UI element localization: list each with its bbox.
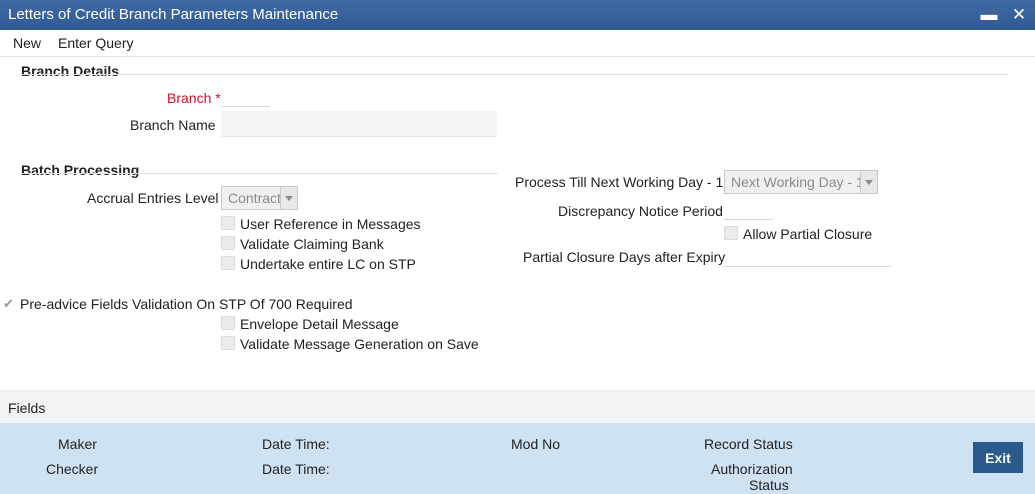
fields-bar: Fields bbox=[0, 390, 1035, 423]
partial-closure-days-label: Partial Closure Days after Expiry bbox=[523, 249, 726, 265]
record-status-label: Record Status bbox=[704, 436, 793, 452]
batch-processing-heading: Batch Processing bbox=[21, 162, 140, 178]
branch-name-field[interactable] bbox=[221, 111, 497, 137]
process-till-select[interactable]: Next Working Day - 1 bbox=[724, 170, 878, 194]
chevron-down-icon[interactable] bbox=[280, 187, 297, 209]
accrual-entries-label: Accrual Entries Level bbox=[87, 190, 219, 206]
branch-input[interactable] bbox=[221, 86, 270, 107]
envelope-detail-checkbox[interactable] bbox=[221, 316, 235, 330]
window-title: Letters of Credit Branch Parameters Main… bbox=[8, 6, 339, 23]
validate-claiming-bank-label: Validate Claiming Bank bbox=[240, 236, 384, 252]
branch-details-divider bbox=[21, 74, 1008, 75]
fields-link[interactable]: Fields bbox=[8, 400, 45, 416]
accrual-entries-select[interactable]: Contract bbox=[221, 186, 298, 210]
allow-partial-closure-checkbox[interactable] bbox=[724, 226, 738, 240]
menu-bar: New Enter Query bbox=[0, 30, 1035, 57]
audit-footer bbox=[0, 423, 1035, 494]
minimize-icon[interactable]: ▬ bbox=[978, 4, 1000, 26]
branch-label: Branch * bbox=[167, 90, 221, 106]
menu-enter-query[interactable]: Enter Query bbox=[58, 35, 133, 51]
validate-claiming-bank-checkbox[interactable] bbox=[221, 236, 235, 250]
batch-processing-divider bbox=[21, 173, 498, 174]
menu-new[interactable]: New bbox=[13, 35, 41, 51]
process-till-label: Process Till Next Working Day - 1 bbox=[515, 174, 724, 190]
accrual-entries-value: Contract bbox=[228, 190, 281, 206]
authorization-label: Authorization bbox=[711, 461, 793, 477]
validate-message-generation-checkbox[interactable] bbox=[221, 336, 235, 350]
validate-message-generation-label: Validate Message Generation on Save bbox=[240, 336, 479, 352]
chevron-down-icon[interactable] bbox=[860, 171, 877, 193]
process-till-value: Next Working Day - 1 bbox=[731, 174, 864, 190]
user-reference-label: User Reference in Messages bbox=[240, 216, 421, 232]
close-icon[interactable]: ✕ bbox=[1008, 4, 1030, 26]
branch-details-heading: Branch Details bbox=[21, 63, 120, 79]
envelope-detail-label: Envelope Detail Message bbox=[240, 316, 399, 332]
discrepancy-notice-label: Discrepancy Notice Period bbox=[558, 203, 723, 219]
title-bar: Letters of Credit Branch Parameters Main… bbox=[0, 0, 1035, 30]
mod-no-label: Mod No bbox=[511, 436, 561, 452]
authorization-status-label: Status bbox=[749, 477, 789, 493]
undertake-lc-checkbox[interactable] bbox=[221, 256, 235, 270]
undertake-lc-label: Undertake entire LC on STP bbox=[240, 256, 416, 272]
partial-closure-days-input[interactable] bbox=[724, 246, 891, 267]
checker-label: Checker bbox=[46, 461, 99, 477]
branch-name-label: Branch Name bbox=[130, 117, 216, 133]
exit-button[interactable]: Exit bbox=[973, 442, 1023, 473]
maker-date-time-label: Date Time: bbox=[262, 436, 330, 452]
checker-date-time-label: Date Time: bbox=[262, 461, 330, 477]
required-marker: * bbox=[215, 90, 221, 106]
maker-label: Maker bbox=[58, 436, 97, 452]
allow-partial-closure-label: Allow Partial Closure bbox=[743, 226, 873, 242]
pre-advice-validation-label: Pre-advice Fields Validation On STP Of 7… bbox=[20, 296, 353, 312]
checkmark-icon[interactable]: ✔ bbox=[3, 296, 14, 312]
user-reference-checkbox[interactable] bbox=[221, 216, 235, 230]
discrepancy-notice-input[interactable] bbox=[724, 199, 773, 220]
